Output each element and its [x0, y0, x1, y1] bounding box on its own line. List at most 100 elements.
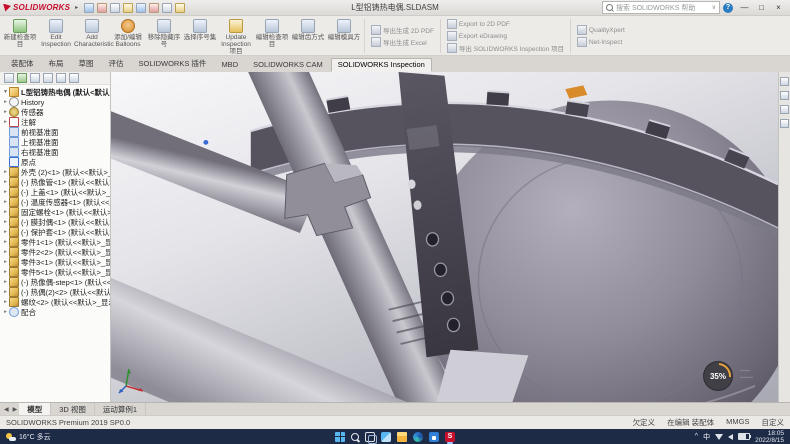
- panel-tab-icon[interactable]: [4, 73, 14, 83]
- command-tab[interactable]: MBD: [214, 58, 245, 72]
- panel-tab-icon[interactable]: [56, 73, 66, 83]
- maximize-button[interactable]: □: [753, 1, 770, 14]
- task-pane-icon[interactable]: [780, 119, 789, 128]
- command-tab[interactable]: 装配体: [4, 56, 41, 72]
- command-tab[interactable]: 评估: [102, 56, 131, 72]
- command-tab[interactable]: SOLIDWORKS 插件: [132, 56, 214, 72]
- tree-expand-arrow-icon[interactable]: ▸: [2, 209, 9, 215]
- tree-item[interactable]: ▸ 螺纹<2> (默认<<默认>_显示状态-1): [2, 297, 110, 307]
- menu-expand-arrow-icon[interactable]: ▸: [73, 4, 80, 11]
- ribbon-button[interactable]: 移除隐藏序号: [146, 17, 182, 55]
- tree-expand-arrow-icon[interactable]: ▸: [2, 259, 9, 265]
- export-button[interactable]: Export eDrawing: [447, 31, 564, 41]
- command-tab[interactable]: SOLIDWORKS CAM: [246, 58, 330, 72]
- ribbon-button[interactable]: Edit Inspection: [38, 17, 74, 55]
- qat-button[interactable]: [109, 2, 120, 13]
- qat-button[interactable]: [96, 2, 107, 13]
- tree-expand-arrow-icon[interactable]: ▸: [2, 279, 9, 285]
- export-button[interactable]: QualityXpert: [577, 25, 625, 35]
- tree-item[interactable]: 前视基准面: [2, 127, 110, 137]
- export-button[interactable]: 导出生成 2D PDF: [371, 25, 434, 35]
- taskbar-app-icon[interactable]: [351, 433, 359, 441]
- tree-item[interactable]: ▸ 零件1<1> (默认<<默认>_显示状态-1): [2, 237, 110, 247]
- tree-expand-arrow-icon[interactable]: ▸: [2, 119, 9, 125]
- ribbon-button[interactable]: 编辑齿方式: [290, 17, 326, 55]
- tree-expand-arrow-icon[interactable]: ▸: [2, 189, 9, 195]
- tree-item[interactable]: ▸ 零件2<2> (默认<<默认>_显示状态-1): [2, 247, 110, 257]
- document-tab[interactable]: 运动算例1: [95, 403, 146, 415]
- tree-expand-arrow-icon[interactable]: ▸: [2, 229, 9, 235]
- ribbon-button[interactable]: 编辑检查项目: [254, 17, 290, 55]
- search-chevron-icon[interactable]: ∨: [712, 4, 716, 11]
- panel-tab-icon[interactable]: [43, 73, 53, 83]
- panel-tab-icon[interactable]: [17, 73, 27, 83]
- tree-item[interactable]: ▸ 配合: [2, 307, 110, 317]
- tab-scroll-left-icon[interactable]: ◀: [2, 406, 11, 413]
- ribbon-button[interactable]: 新建检查项目: [2, 17, 38, 55]
- qat-button[interactable]: [148, 2, 159, 13]
- taskbar-app-icon[interactable]: [413, 432, 423, 442]
- tree-item[interactable]: ▸ 传感器: [2, 107, 110, 117]
- tree-expand-arrow-icon[interactable]: ▸: [2, 169, 9, 175]
- tree-expand-arrow-icon[interactable]: ▸: [2, 239, 9, 245]
- weather-widget[interactable]: 16°C 多云: [6, 432, 51, 442]
- taskbar-app-icon[interactable]: [445, 432, 455, 442]
- tree-expand-arrow-icon[interactable]: ▸: [2, 99, 9, 105]
- ribbon-button[interactable]: 选择序号集: [182, 17, 218, 55]
- taskbar-app-icon[interactable]: [429, 432, 439, 442]
- ribbon-button[interactable]: Update Inspection 项目: [218, 17, 254, 55]
- hidden-icons-chevron[interactable]: ^: [695, 433, 698, 440]
- tree-item[interactable]: ▸ (-) 温度传感器<1> (默认<<默认>_显示状态-1): [2, 197, 110, 207]
- export-button[interactable]: Export to 2D PDF: [447, 19, 564, 29]
- tree-expand-arrow-icon[interactable]: ▸: [2, 269, 9, 275]
- tree-item[interactable]: ▸ 注解: [2, 117, 110, 127]
- tree-item[interactable]: ▸ (-) 热像管<1> (默认<<默认>_显示状态-1): [2, 177, 110, 187]
- command-tab[interactable]: SOLIDWORKS Inspection: [331, 58, 432, 72]
- tree-item[interactable]: ▸ 零件3<1> (默认<<默认>_显示状态-1): [2, 257, 110, 267]
- document-tab[interactable]: 模型: [19, 403, 51, 415]
- tree-item[interactable]: ▸ (-) 保护套<1> (默认<<默认>_显示状态-1): [2, 227, 110, 237]
- command-tab[interactable]: 草图: [72, 56, 101, 72]
- tree-item[interactable]: ▸ 固定螺栓<1> (默认<<默认>_显示状态-1): [2, 207, 110, 217]
- ribbon-button[interactable]: 添加/编辑 Balloons: [110, 17, 146, 55]
- qat-button[interactable]: [174, 2, 185, 13]
- tree-item[interactable]: ▸ (-) 热偶(2)<2> (默认<<默认>_显示状态-1): [2, 287, 110, 297]
- tree-item[interactable]: ▸ (-) 热像偶-step<1> (默认<<默认>_显示状态-1): [2, 277, 110, 287]
- tree-expand-arrow-icon[interactable]: ▸: [2, 249, 9, 255]
- minimize-button[interactable]: —: [736, 1, 753, 14]
- task-pane-icon[interactable]: [780, 77, 789, 86]
- clock[interactable]: 18:05 2022/8/15: [755, 430, 784, 444]
- taskbar-app-icon[interactable]: [365, 432, 375, 442]
- tab-scroll-right-icon[interactable]: ▶: [11, 406, 20, 413]
- tree-item[interactable]: 原点: [2, 157, 110, 167]
- 3d-model-canvas[interactable]: [111, 72, 778, 402]
- tree-expand-arrow-icon[interactable]: ▸: [2, 309, 9, 315]
- tree-item[interactable]: ▸ 外壳 (2)<1> (默认<<默认>_显示状态-1): [2, 167, 110, 177]
- task-pane-icon[interactable]: [780, 105, 789, 114]
- export-button[interactable]: 导出生成 Excel: [371, 37, 434, 47]
- tree-expand-arrow-icon[interactable]: ▸: [2, 109, 9, 115]
- volume-icon[interactable]: [728, 434, 733, 440]
- ime-indicator[interactable]: 中: [703, 432, 710, 442]
- tree-expand-arrow-icon[interactable]: ▸: [2, 299, 9, 305]
- export-button[interactable]: 导出 SOLIDWORKS Inspection 项目: [447, 43, 564, 53]
- tree-item[interactable]: ▸ (-) 上盖<1> (默认<<默认>_显示状态-1): [2, 187, 110, 197]
- tree-expand-arrow-icon[interactable]: ▸: [2, 219, 9, 225]
- ribbon-button[interactable]: 编辑模具方: [326, 17, 362, 55]
- tree-expand-arrow-icon[interactable]: ▸: [2, 289, 9, 295]
- qat-button[interactable]: [135, 2, 146, 13]
- ribbon-button[interactable]: Add Characteristic: [74, 17, 110, 55]
- qat-button[interactable]: [122, 2, 133, 13]
- tree-item[interactable]: ▾ L型铝铸热电偶 (默认<默认_显示状态-1>): [2, 87, 110, 97]
- export-button[interactable]: Net-Inspect: [577, 37, 625, 47]
- close-button[interactable]: ×: [770, 1, 787, 14]
- qat-button[interactable]: [161, 2, 172, 13]
- command-tab[interactable]: 布局: [42, 56, 71, 72]
- tree-item[interactable]: ▸ (-) 膜封偶<1> (默认<<默认>_显示状态-1): [2, 217, 110, 227]
- help-button[interactable]: ?: [723, 3, 733, 13]
- task-pane-icon[interactable]: [780, 91, 789, 100]
- taskbar-app-icon[interactable]: [397, 432, 407, 442]
- taskbar-app-icon[interactable]: [381, 432, 391, 442]
- wifi-icon[interactable]: [715, 434, 723, 440]
- tree-item[interactable]: ▸ 零件5<1> (默认<<默认>_显示状态-1): [2, 267, 110, 277]
